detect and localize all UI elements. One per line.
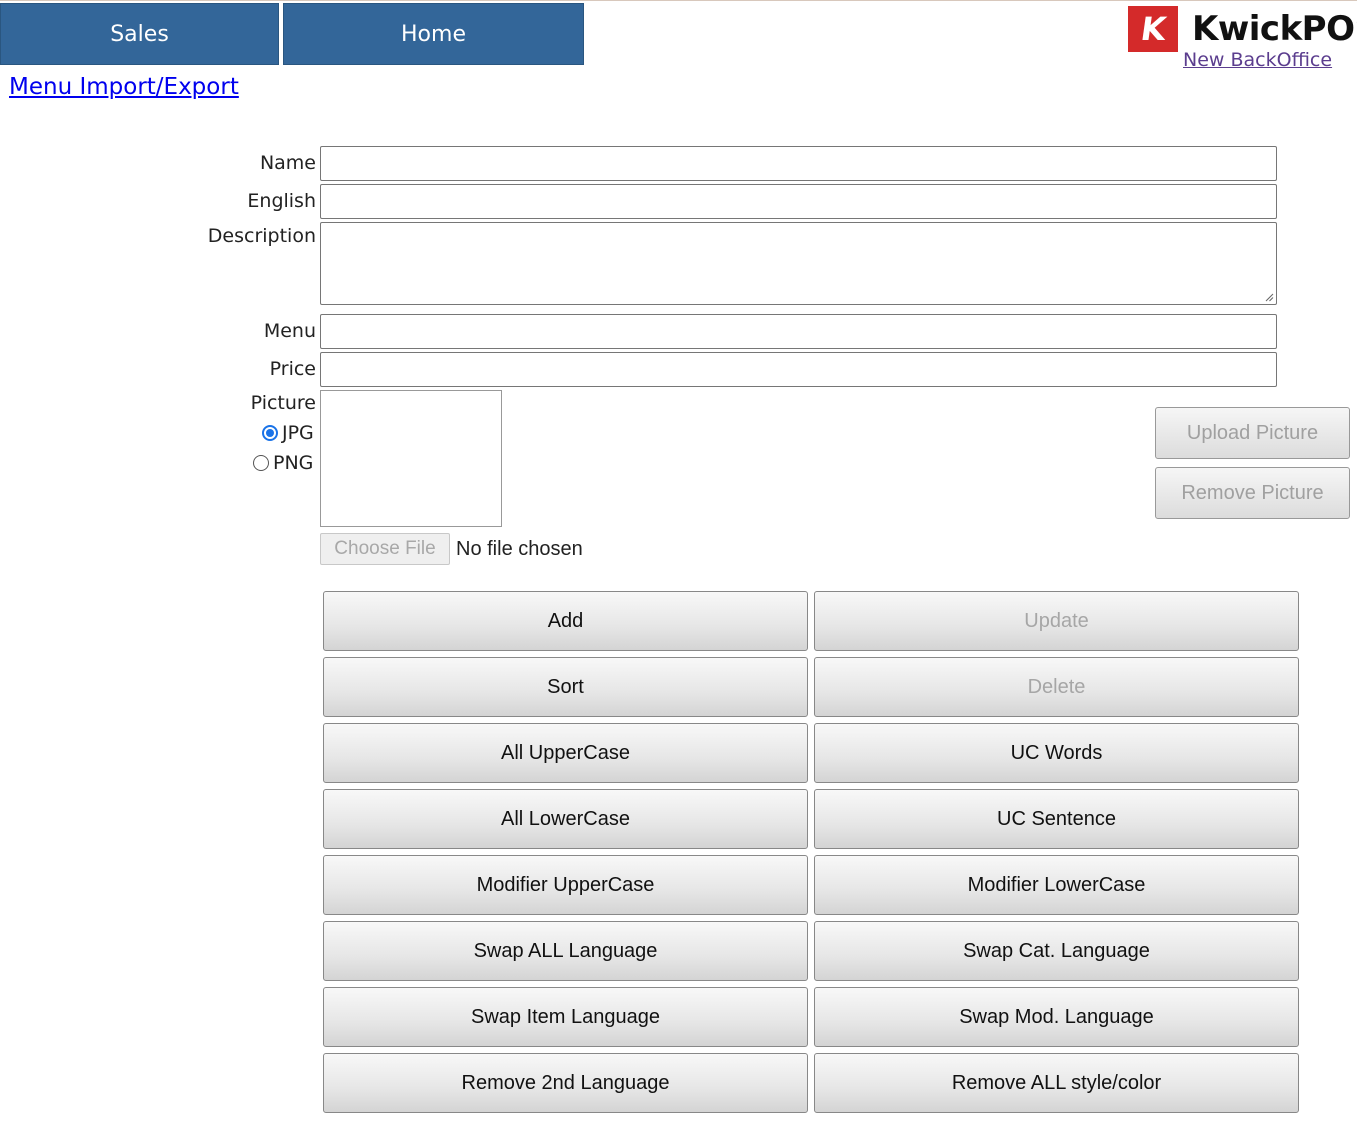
jpg-radio[interactable] [262,425,278,441]
english-input[interactable] [320,184,1277,219]
all-uppercase-button[interactable]: All UpperCase [323,723,808,783]
file-input[interactable]: Choose File No file chosen [320,533,583,565]
jpg-label: JPG [282,422,314,444]
logo-text: KwickPOS [1192,9,1357,49]
upload-picture-button[interactable]: Upload Picture [1155,407,1350,459]
add-button[interactable]: Add [323,591,808,651]
png-radio[interactable] [253,455,269,471]
modifier-uppercase-button[interactable]: Modifier UpperCase [323,855,808,915]
menu-label: Menu [263,320,316,342]
modifier-lowercase-button[interactable]: Modifier LowerCase [814,855,1299,915]
price-input[interactable] [320,352,1277,387]
kwickpos-logo: K KwickPOS [1128,6,1357,52]
picture-preview [320,390,502,527]
uc-sentence-button[interactable]: UC Sentence [814,789,1299,849]
file-status-text: No file chosen [456,537,583,560]
menu-input[interactable] [320,314,1277,349]
nav-home-button[interactable]: Home [283,3,584,65]
png-label: PNG [273,452,314,474]
uc-words-button[interactable]: UC Words [814,723,1299,783]
name-label: Name [259,152,316,174]
nav-sales-button[interactable]: Sales [0,3,279,65]
remove-picture-button[interactable]: Remove Picture [1155,467,1350,519]
remove-2nd-language-button[interactable]: Remove 2nd Language [323,1053,808,1113]
jpg-radio-option[interactable]: JPG [262,422,314,444]
description-label: Description [207,225,316,247]
top-border [0,0,1357,1]
logo-mark-icon: K [1128,6,1178,52]
name-input[interactable] [320,146,1277,181]
swap-all-language-button[interactable]: Swap ALL Language [323,921,808,981]
new-backoffice-link[interactable]: New BackOffice [1183,49,1332,71]
price-label: Price [269,358,316,380]
english-label: English [247,190,316,212]
delete-button[interactable]: Delete [814,657,1299,717]
update-button[interactable]: Update [814,591,1299,651]
all-lowercase-button[interactable]: All LowerCase [323,789,808,849]
swap-cat-language-button[interactable]: Swap Cat. Language [814,921,1299,981]
png-radio-option[interactable]: PNG [253,452,313,474]
picture-label: Picture [250,392,316,414]
swap-mod-language-button[interactable]: Swap Mod. Language [814,987,1299,1047]
remove-all-style-color-button[interactable]: Remove ALL style/color [814,1053,1299,1113]
sort-button[interactable]: Sort [323,657,808,717]
choose-file-button[interactable]: Choose File [320,533,450,565]
swap-item-language-button[interactable]: Swap Item Language [323,987,808,1047]
menu-import-export-link[interactable]: Menu Import/Export [9,74,239,100]
description-textarea[interactable] [320,222,1277,305]
resize-handle-icon[interactable] [1264,292,1274,302]
